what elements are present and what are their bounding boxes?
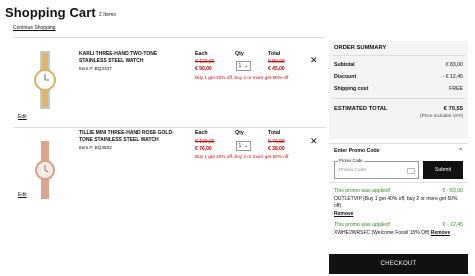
quantity-select[interactable]: 1 ⌄ [236,141,251,151]
product-name[interactable]: KARLI THREE-HAND TWO-TONE STAINLESS STEE… [79,51,179,64]
total-header: Total [268,130,281,136]
shipping-row: Shipping cost FREE [334,86,463,92]
order-summary: ORDER SUMMARY Subtotal € 83,00 Discount - … [329,41,468,236]
close-icon[interactable]: ✕ [310,56,318,65]
page-title: Shopping Cart 2 Items [5,5,116,20]
edit-link[interactable]: Edit [18,192,27,198]
item-number: Item #: BQ3337 [79,66,112,71]
total-header: Total [268,51,281,57]
sale-each-price: € 90,00 [195,66,212,72]
applied-promo-description: OUTLETVIP (Buy 1 get 40% off, buy 2 or m… [334,196,458,209]
sale-each-price: € 76,00 [195,146,212,152]
sale-total-price: € 45,00 [268,66,285,72]
each-header: Each [195,130,208,136]
estimated-total-row: ESTIMATED TOTAL € 70,55 [334,106,463,112]
cart-item: Edit TILLIE MINI THREE-HAND ROSE GOLD-TO… [13,127,325,228]
qty-header: Qty [235,51,244,57]
original-each-price: € 129,00 [195,59,215,65]
page-title-text: Shopping Cart [5,5,96,20]
item-promo: Buy 1 get 40% off, buy 2 or more get 50%… [195,154,289,159]
item-count: 2 Items [98,12,116,18]
order-summary-panel: ORDER SUMMARY Subtotal € 83,00 Discount - … [329,41,468,139]
watch-image[interactable] [21,51,69,109]
cart-item: Edit KARLI THREE-HAND TWO-TONE STAINLESS… [13,37,325,128]
qty-header: Qty [235,130,244,136]
subtotal-row: Subtotal € 83,00 [334,62,463,68]
checkout-button[interactable]: CHECKOUT [329,254,468,274]
chevron-down-icon: ⌄ [244,63,249,69]
quantity-value: 1 [238,143,242,149]
promo-form: Promo Code Promo Code Submit [329,158,468,182]
sale-total-price: € 38,00 [268,146,285,152]
original-total-price: € 90,00 [268,59,285,65]
order-summary-title: ORDER SUMMARY [334,45,387,51]
promo-code-input[interactable]: Promo Code Promo Code [334,158,419,179]
chevron-down-icon: ⌄ [244,143,249,149]
promo-code-toggle[interactable]: Enter Promo Code ⌃ [329,144,468,158]
discount-row: Discount - € 12,45 [334,74,463,80]
chevron-up-icon: ⌃ [458,148,463,154]
product-name[interactable]: TILLIE MINI THREE-HAND ROSE GOLD-TONE ST… [79,130,179,143]
submit-button[interactable]: Submit [423,161,463,179]
promo-code-section: Enter Promo Code ⌃ Promo Code Promo Code … [329,143,468,183]
continue-shopping-link[interactable]: Continue Shopping [13,25,56,31]
item-promo: Buy 1 get 40% off, buy 2 or more get 50%… [195,75,289,80]
remove-promo-link[interactable]: Remove [329,209,468,217]
original-each-price: € 109,00 [195,139,215,145]
remove-promo-link[interactable]: Remove [431,230,450,236]
promo-code-legend: Promo Code [338,158,364,163]
applied-promos: This promo was applied! € - 83,00 OUTLETV… [329,183,468,236]
original-total-price: € 76,00 [268,139,285,145]
item-number: Item #: BQ3502 [79,145,112,150]
watch-image[interactable] [21,141,69,199]
card-icon [407,168,415,174]
promo-code-placeholder: Promo Code [339,168,366,173]
close-icon[interactable]: ✕ [310,137,318,146]
vat-note: (Price includes VAT) [419,114,463,119]
edit-link[interactable]: Edit [18,114,27,120]
applied-promo-description: XWHE2WRSFC (Welcome Fossil 15% Off) Remo… [334,230,451,236]
each-header: Each [195,51,208,57]
quantity-value: 1 [238,63,242,69]
quantity-select[interactable]: 1 ⌄ [236,61,251,71]
